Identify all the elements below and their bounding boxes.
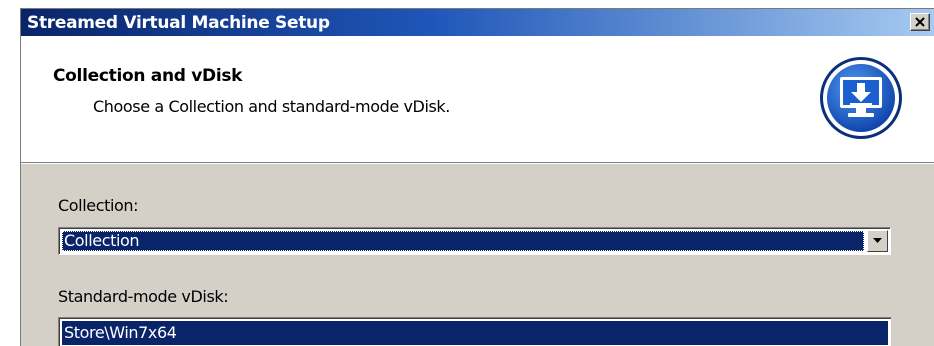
collection-dropdown[interactable]: Collection bbox=[58, 227, 891, 255]
chevron-down-icon bbox=[873, 238, 882, 243]
monitor-download-icon bbox=[820, 57, 902, 139]
close-icon bbox=[915, 17, 925, 27]
vdisk-label: Standard-mode vDisk: bbox=[58, 287, 229, 306]
collection-selected-value: Collection bbox=[62, 231, 864, 251]
wizard-header: Collection and vDisk Choose a Collection… bbox=[21, 36, 934, 163]
title-bar[interactable]: Streamed Virtual Machine Setup bbox=[21, 9, 934, 36]
collection-label: Collection: bbox=[58, 196, 139, 215]
page-title: Collection and vDisk bbox=[53, 66, 243, 86]
setup-dialog: Streamed Virtual Machine Setup Collectio… bbox=[20, 8, 934, 346]
window-title: Streamed Virtual Machine Setup bbox=[27, 13, 330, 33]
vdisk-list[interactable]: Store\Win7x64 bbox=[58, 317, 891, 346]
page-subtitle: Choose a Collection and standard-mode vD… bbox=[93, 97, 450, 116]
close-button[interactable] bbox=[910, 13, 930, 31]
list-item[interactable]: Store\Win7x64 bbox=[62, 321, 888, 345]
dropdown-button[interactable] bbox=[867, 230, 888, 252]
